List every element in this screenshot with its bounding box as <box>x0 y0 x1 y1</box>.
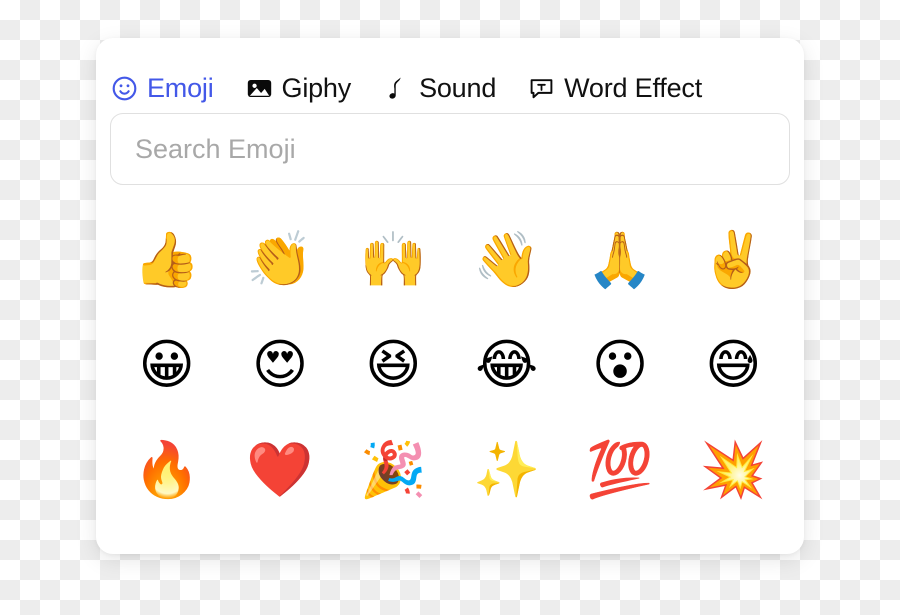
tab-word-effect-label: Word Effect <box>564 72 703 103</box>
smiley-face-icon <box>111 75 138 102</box>
emoji-fire[interactable]: 🔥 <box>128 431 206 509</box>
picker-tab-bar: Emoji Giphy Sound Word Effect <box>96 38 804 112</box>
image-icon <box>246 75 273 102</box>
speech-text-icon <box>528 75 555 102</box>
emoji-grinning-face[interactable]: 😀 <box>128 326 206 404</box>
emoji-grinning-squinting-face[interactable]: 😆 <box>354 326 432 404</box>
music-note-icon <box>383 75 410 102</box>
emoji-face-with-tears-of-joy[interactable]: 😂 <box>468 326 546 404</box>
emoji-waving-hand[interactable]: 👋 <box>468 221 546 299</box>
tab-word-effect[interactable]: Word Effect <box>528 72 716 103</box>
tab-sound[interactable]: Sound <box>383 72 510 103</box>
emoji-hundred-points[interactable]: 💯 <box>581 431 659 509</box>
search-container <box>96 112 804 185</box>
tab-sound-label: Sound <box>419 72 497 103</box>
emoji-victory-hand[interactable]: ✌️ <box>694 221 772 299</box>
emoji-clapping-hands[interactable]: 👏 <box>241 221 319 299</box>
emoji-collision[interactable]: 💥 <box>694 431 772 509</box>
emoji-smiling-face-with-heart-eyes[interactable]: 😍 <box>241 326 319 404</box>
emoji-grinning-face-with-sweat[interactable]: 😅 <box>694 326 772 404</box>
emoji-picker-panel: Emoji Giphy Sound Word Effect Search Emo… <box>96 38 804 554</box>
emoji-party-popper[interactable]: 🎉 <box>354 431 432 509</box>
emoji-sparkles[interactable]: ✨ <box>468 431 546 509</box>
emoji-thumbs-up[interactable]: 👍 <box>128 221 206 299</box>
tab-giphy-label: Giphy <box>281 72 352 103</box>
emoji-raising-hands[interactable]: 🙌 <box>354 221 432 299</box>
emoji-folded-hands[interactable]: 🙏 <box>581 221 659 299</box>
tab-emoji[interactable]: Emoji <box>111 72 228 103</box>
tab-emoji-label: Emoji <box>147 72 214 103</box>
search-input[interactable] <box>110 113 790 185</box>
emoji-red-heart[interactable]: ❤️ <box>241 431 319 509</box>
emoji-face-with-open-mouth[interactable]: 😮 <box>581 326 659 404</box>
tab-giphy[interactable]: Giphy <box>246 72 366 103</box>
emoji-grid: 👍 👏 🙌 👋 🙏 ✌️ 😀 😍 😆 😂 😮 😅 🔥 ❤️ 🎉 ✨ 💯 💥 <box>96 207 804 522</box>
